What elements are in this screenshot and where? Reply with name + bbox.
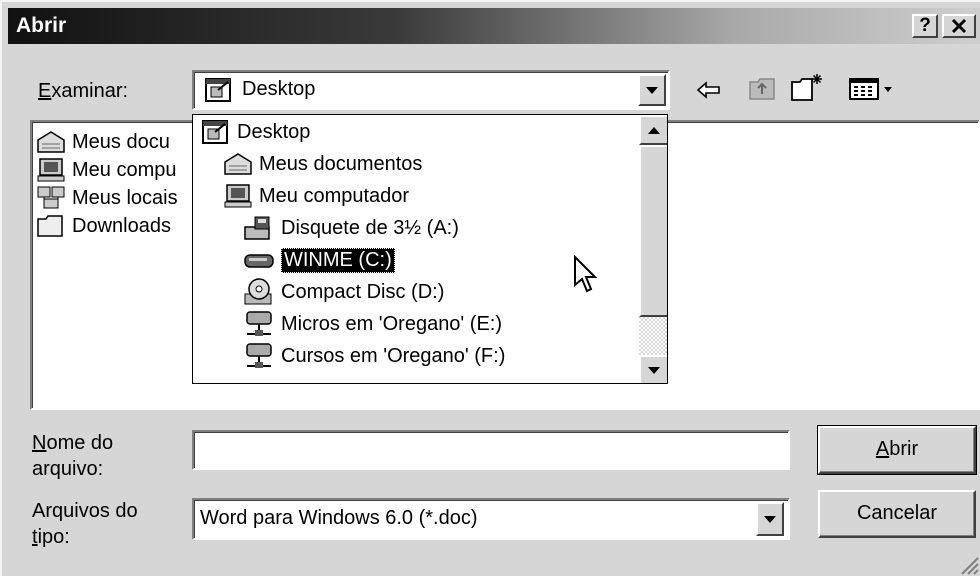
dropdown-item-desktop[interactable]: Desktop [201,117,310,147]
network-drive-icon [246,311,272,336]
dropdown-item-my-computer[interactable]: Meu computador [223,181,409,211]
dropdown-scrollbar[interactable] [639,115,667,383]
close-button[interactable] [942,14,976,38]
mouse-cursor-icon [574,255,598,293]
back-arrow-icon[interactable] [696,80,722,100]
folder-icon [37,215,63,237]
chevron-down-icon [648,366,660,374]
look-in-combo[interactable]: Desktop [192,70,670,110]
look-in-dropdown-list[interactable]: Desktop Meus documentos Meu computador D… [192,114,668,384]
resize-grip-icon[interactable] [958,554,980,576]
dropdown-item-my-documents[interactable]: Meus documentos [223,149,422,179]
network-drive-icon [246,343,272,368]
list-item[interactable]: Meus locais [36,184,178,212]
file-name-label: Nome do arquivo: [32,432,114,480]
window-title: Abrir [16,14,67,37]
file-type-dropdown-button[interactable] [756,502,784,536]
scroll-down-button[interactable] [639,355,667,383]
chevron-up-icon [648,126,660,134]
scroll-up-button[interactable] [639,115,667,145]
hard-drive-icon [244,254,274,268]
close-icon [951,18,967,34]
dropdown-item-hard-drive[interactable]: WINME (C:) [243,245,395,275]
look-in-label: Examinar: [38,80,129,102]
open-button[interactable]: Abrir [817,425,977,475]
selected-item-label: WINME (C:) [281,247,395,273]
file-type-value: Word para Windows 6.0 (*.doc) [200,507,478,529]
scroll-thumb[interactable] [639,145,667,317]
file-name-input[interactable] [192,430,790,470]
list-item[interactable]: Downloads [36,212,171,240]
file-type-select[interactable]: Word para Windows 6.0 (*.doc) [192,498,790,540]
network-places-icon [37,186,65,209]
chevron-down-icon [646,86,658,94]
file-type-label: Arquivos do tipo: [32,500,138,548]
chevron-down-icon [764,515,776,523]
cancel-button[interactable]: Cancelar [818,490,976,538]
title-bar[interactable]: Abrir ? [8,8,980,44]
list-item[interactable]: Meu compu [36,156,177,184]
floppy-drive-icon [244,216,270,240]
my-documents-icon [224,153,252,175]
cd-drive-icon [244,278,272,305]
dropdown-item-floppy[interactable]: Disquete de 3½ (A:) [243,213,459,243]
open-dialog: Abrir ? Examinar: Desktop Meus docu Meu … [0,0,980,576]
my-documents-icon [37,131,65,153]
dropdown-item-cd[interactable]: Compact Disc (D:) [243,277,444,307]
desktop-icon [202,120,228,144]
up-folder-icon[interactable] [748,76,778,102]
look-in-dropdown-button[interactable] [638,74,666,106]
list-item[interactable]: Meus docu [36,128,170,156]
my-computer-icon [37,158,65,182]
desktop-icon [205,78,231,102]
view-menu-button[interactable] [848,76,898,102]
look-in-value: Desktop [242,78,316,100]
new-folder-icon[interactable] [790,72,826,102]
my-computer-icon [224,184,252,208]
help-button[interactable]: ? [912,14,938,38]
view-menu-icon [849,78,892,100]
dropdown-item-network-e[interactable]: Micros em 'Oregano' (E:) [243,309,502,339]
dropdown-item-network-f[interactable]: Cursos em 'Oregano' (F:) [243,341,505,371]
